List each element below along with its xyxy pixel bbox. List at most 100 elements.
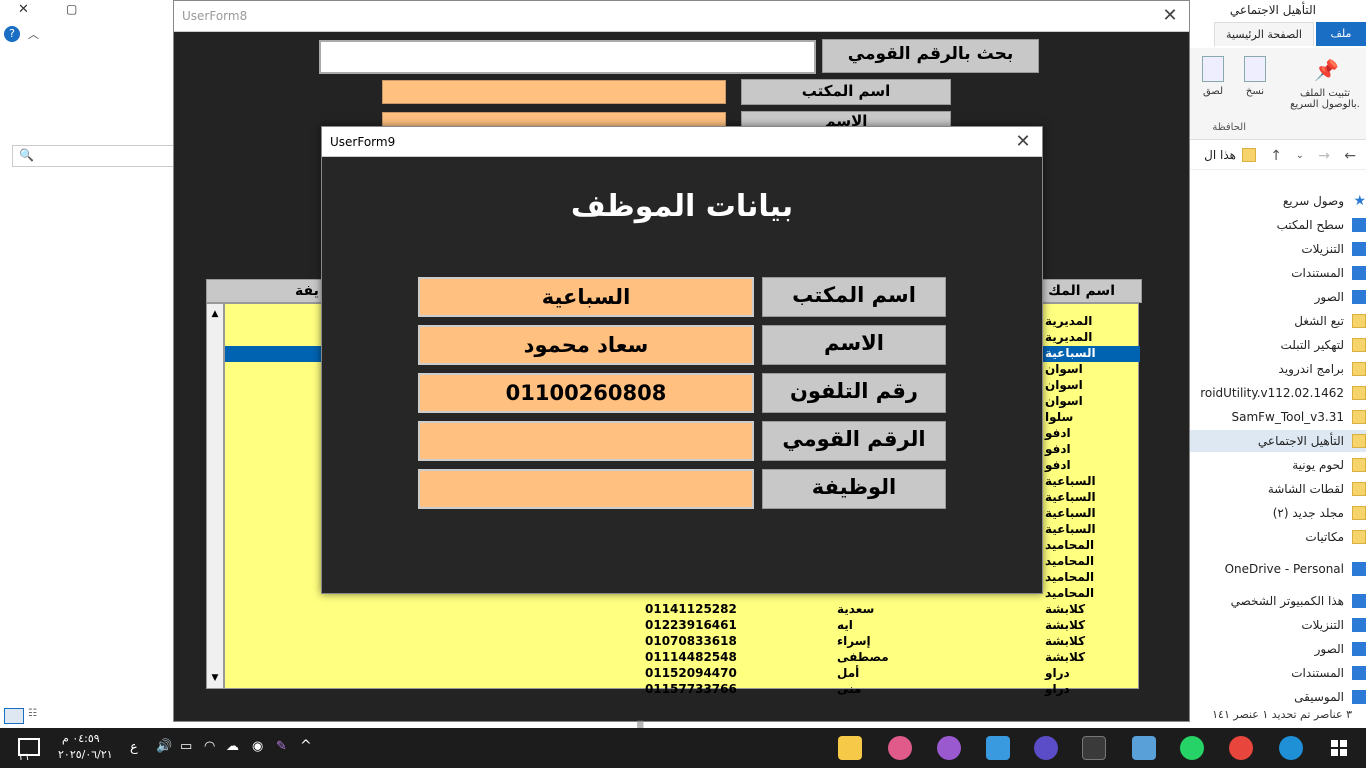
search-national-id-button[interactable]: بحث بالرقم القومي bbox=[822, 39, 1039, 73]
nav-item[interactable]: roidUtility.v112.02.1462 bbox=[1190, 382, 1366, 404]
userform9-titlebar: UserForm9 ✕ bbox=[322, 127, 1042, 157]
list-cell-office: ادفو bbox=[1045, 458, 1071, 472]
edge-icon[interactable] bbox=[1279, 736, 1303, 760]
nav-item-label: لتهكير التبلت bbox=[1280, 338, 1344, 352]
chrome-profile2-icon[interactable] bbox=[937, 736, 961, 760]
onedrive-icon[interactable]: ☁ bbox=[226, 739, 239, 754]
nav-item[interactable]: مكاتيات bbox=[1190, 526, 1366, 548]
list-cell-office: المحاميد bbox=[1045, 538, 1095, 552]
close-icon[interactable]: ✕ bbox=[18, 2, 29, 17]
search-input[interactable]: 🔍 bbox=[12, 145, 174, 167]
chrome-profile-icon[interactable] bbox=[888, 736, 912, 760]
list-item[interactable]: 01157733766 منى دراو bbox=[225, 682, 1140, 698]
location-icon bbox=[1352, 618, 1366, 632]
tab-home[interactable]: الصفحة الرئيسية bbox=[1214, 22, 1314, 46]
tab-file[interactable]: ملف bbox=[1316, 22, 1366, 46]
search-icon: 🔍 bbox=[19, 148, 34, 162]
whatsapp-icon[interactable] bbox=[1180, 736, 1204, 760]
chrome-icon[interactable] bbox=[1229, 736, 1253, 760]
name-field[interactable]: سعاد محمود bbox=[418, 325, 754, 365]
national-id-field[interactable] bbox=[418, 421, 754, 461]
webcam-icon[interactable]: ◉ bbox=[252, 739, 263, 754]
scroll-up-icon[interactable]: ▲ bbox=[207, 306, 223, 322]
nav-item-label: لحوم يونية bbox=[1292, 458, 1344, 472]
chevron-up-icon[interactable]: ^ bbox=[300, 738, 312, 754]
language-indicator[interactable]: ع bbox=[130, 740, 138, 755]
nav-item[interactable]: هذا الكمبيوتر الشخصي bbox=[1190, 590, 1366, 612]
close-icon[interactable]: ✕ bbox=[1159, 5, 1181, 27]
volume-icon[interactable]: 🔊 bbox=[156, 739, 172, 754]
nav-item[interactable]: الموسيقى bbox=[1190, 686, 1366, 708]
forward-arrow-icon[interactable]: → bbox=[1318, 148, 1330, 164]
nav-item[interactable]: تبع الشغل bbox=[1190, 310, 1366, 332]
chevron-down-icon[interactable]: ⌄ bbox=[1296, 150, 1304, 161]
nav-item[interactable]: التنزيلات bbox=[1190, 238, 1366, 260]
list-item[interactable]: 01114482548 مصطفى كلابشة bbox=[225, 650, 1140, 666]
nav-item[interactable]: ★ وصول سريع bbox=[1190, 190, 1366, 212]
clock-date[interactable]: ٢٠٢٥/٠٦/٢١ bbox=[58, 748, 113, 761]
nav-item-label: مكاتيات bbox=[1305, 530, 1344, 544]
wifi-icon[interactable]: ◠ bbox=[204, 739, 215, 754]
list-cell-office: اسوان bbox=[1045, 394, 1083, 408]
list-item[interactable]: 01152094470 أمل دراو bbox=[225, 666, 1140, 682]
back-arrow-icon[interactable]: ← bbox=[1344, 148, 1356, 164]
list-cell-phone: 01152094470 bbox=[645, 666, 737, 680]
paste-button[interactable]: لصق bbox=[1198, 56, 1228, 97]
paste-icon bbox=[1202, 56, 1224, 82]
nav-item[interactable]: المستندات bbox=[1190, 662, 1366, 684]
list-item[interactable]: 01223916461 ايه كلابشة bbox=[225, 618, 1140, 634]
up-arrow-icon[interactable]: ↑ bbox=[1270, 148, 1282, 164]
job-field[interactable] bbox=[418, 469, 754, 509]
app-icon[interactable] bbox=[1034, 736, 1058, 760]
nav-item[interactable]: OneDrive - Personal bbox=[1190, 558, 1366, 580]
ribbon-body: 📌 تثبيت الملف بالوصول السريع. نسخ لصق ال… bbox=[1190, 48, 1366, 140]
list-view-icon[interactable]: ☷ bbox=[28, 708, 46, 724]
copy-icon bbox=[1244, 56, 1266, 82]
clock-time[interactable]: ٠٤:٥٩ م bbox=[62, 732, 100, 745]
nav-item-label: الصور bbox=[1314, 290, 1344, 304]
nav-item[interactable]: التنزيلات bbox=[1190, 614, 1366, 636]
nav-item[interactable]: لتهكير التبلت bbox=[1190, 334, 1366, 356]
folder-icon bbox=[1352, 458, 1366, 472]
taskbar: ١٦ ٠٤:٥٩ م ٢٠٢٥/٠٦/٢١ ع 🔊 ▭ ◠ ☁ ◉ ✎ ^ bbox=[0, 728, 1366, 768]
nav-item[interactable]: التأهيل الاجتماعي bbox=[1190, 430, 1366, 452]
folder-icon bbox=[1352, 530, 1366, 544]
nav-item[interactable]: المستندات bbox=[1190, 262, 1366, 284]
nav-item[interactable]: سطح المكتب bbox=[1190, 214, 1366, 236]
details-view-icon[interactable] bbox=[4, 708, 24, 724]
listbox-scrollbar[interactable]: ▲ ▼ bbox=[206, 303, 224, 689]
pen-icon[interactable]: ✎ bbox=[276, 739, 287, 754]
copy-button[interactable]: نسخ bbox=[1240, 56, 1270, 97]
office-name-field[interactable] bbox=[382, 80, 726, 104]
nav-item-label: برامج اندرويد bbox=[1278, 362, 1344, 376]
nav-item[interactable]: مجلد جديد (٢) bbox=[1190, 502, 1366, 524]
nav-item[interactable]: برامج اندرويد bbox=[1190, 358, 1366, 380]
list-cell-phone: 01223916461 bbox=[645, 618, 737, 632]
nav-item[interactable]: لقطات الشاشة bbox=[1190, 478, 1366, 500]
nav-item[interactable]: الصور bbox=[1190, 286, 1366, 308]
phone-field[interactable]: 01100260808 bbox=[418, 373, 754, 413]
file-explorer-taskbar-icon[interactable] bbox=[838, 736, 862, 760]
pin-icon: 📌 bbox=[1314, 58, 1339, 82]
android-icon[interactable] bbox=[1082, 736, 1106, 760]
nav-item[interactable]: لحوم يونية bbox=[1190, 454, 1366, 476]
start-button[interactable] bbox=[1331, 740, 1347, 756]
battery-icon[interactable]: ▭ bbox=[180, 739, 192, 754]
remote-desktop-icon[interactable] bbox=[1132, 736, 1156, 760]
office-name-field[interactable]: السباعية bbox=[418, 277, 754, 317]
list-item[interactable]: 01070833618 إسراء كلابشة bbox=[225, 634, 1140, 650]
pin-quick-access-button[interactable]: 📌 تثبيت الملف بالوصول السريع. bbox=[1290, 58, 1360, 110]
close-icon[interactable]: ✕ bbox=[1012, 131, 1034, 153]
restore-icon[interactable]: ▢ bbox=[66, 2, 77, 16]
national-id-search-input[interactable] bbox=[319, 40, 816, 74]
nav-item[interactable]: الصور bbox=[1190, 638, 1366, 660]
list-cell-office: كلابشة bbox=[1045, 618, 1086, 632]
address-bar[interactable]: ← → ⌄ ↑ هذا ال bbox=[1190, 142, 1366, 170]
list-item[interactable]: 01141125282 سعدية كلابشة bbox=[225, 602, 1140, 618]
help-icon[interactable]: ? bbox=[4, 26, 20, 42]
chevron-up-icon[interactable]: ︿ bbox=[28, 26, 39, 42]
scroll-down-icon[interactable]: ▼ bbox=[207, 670, 223, 686]
photos-icon[interactable] bbox=[986, 736, 1010, 760]
nav-item[interactable]: SamFw_Tool_v3.31 bbox=[1190, 406, 1366, 428]
nav-item-label: التأهيل الاجتماعي bbox=[1257, 434, 1344, 448]
